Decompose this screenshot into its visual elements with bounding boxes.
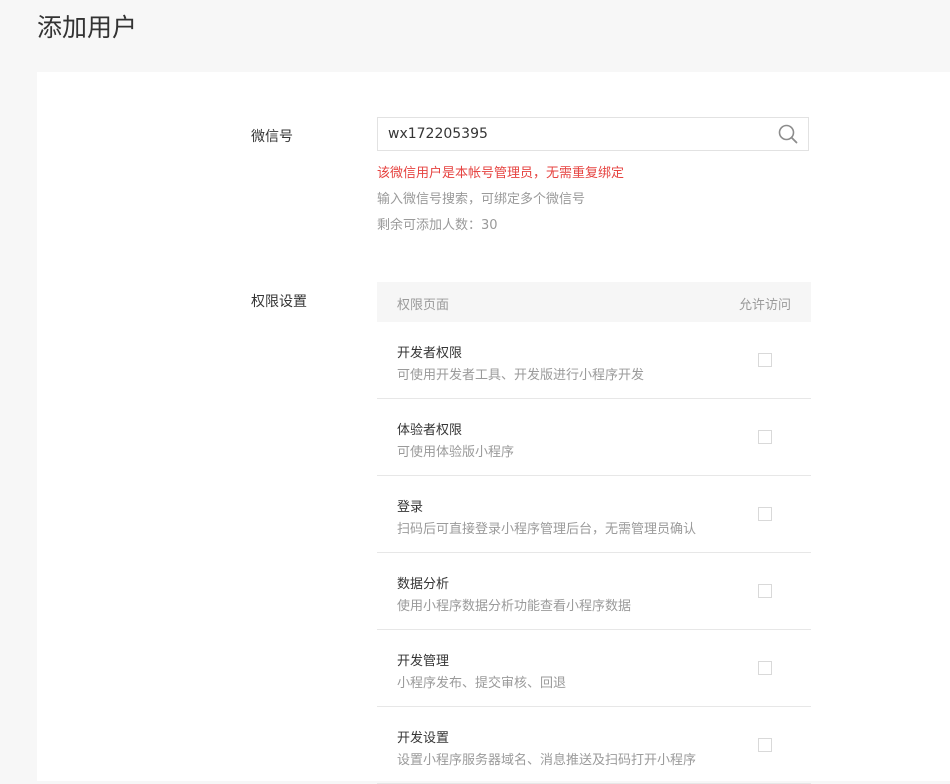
- wechat-search-box[interactable]: [377, 117, 809, 151]
- permission-desc: 可使用体验版小程序: [397, 445, 515, 460]
- search-icon[interactable]: [778, 124, 798, 144]
- search-hint: 输入微信号搜索，可绑定多个微信号: [377, 192, 586, 207]
- permission-table: 权限页面 允许访问 开发者权限 可使用开发者工具、开发版进行小程序开发 体验者权…: [377, 282, 811, 784]
- permission-table-header: 权限页面 允许访问: [377, 282, 811, 322]
- main-panel: 微信号 该微信用户是本帐号管理员，无需重复绑定 输入微信号搜索，可绑定多个微信号…: [37, 72, 950, 784]
- allow-checkbox-dev-management[interactable]: [758, 661, 772, 675]
- allow-checkbox-developer[interactable]: [758, 353, 772, 367]
- error-message: 该微信用户是本帐号管理员，无需重复绑定: [377, 166, 625, 181]
- table-row: 开发者权限 可使用开发者工具、开发版进行小程序开发: [377, 322, 811, 399]
- header-permission-page: 权限页面: [397, 298, 450, 313]
- permission-desc: 可使用开发者工具、开发版进行小程序开发: [397, 368, 645, 383]
- permission-desc: 小程序发布、提交审核、回退: [397, 676, 567, 691]
- permission-name: 开发者权限: [397, 346, 463, 361]
- permission-settings-label: 权限设置: [251, 294, 307, 310]
- allow-checkbox-dev-settings[interactable]: [758, 738, 772, 752]
- permission-name: 数据分析: [397, 577, 450, 592]
- wechat-id-input[interactable]: [388, 118, 768, 150]
- permission-name: 开发管理: [397, 654, 450, 669]
- permission-desc: 扫码后可直接登录小程序管理后台，无需管理员确认: [397, 522, 697, 537]
- table-row: 数据分析 使用小程序数据分析功能查看小程序数据: [377, 553, 811, 630]
- wechat-id-label: 微信号: [251, 129, 293, 145]
- allow-checkbox-tester[interactable]: [758, 430, 772, 444]
- table-row: 开发管理 小程序发布、提交审核、回退: [377, 630, 811, 707]
- remaining-count: 剩余可添加人数：30: [377, 218, 498, 233]
- header-allow-access: 允许访问: [738, 298, 791, 313]
- table-row: 开发设置 设置小程序服务器域名、消息推送及扫码打开小程序: [377, 707, 811, 784]
- page-title: 添加用户: [37, 13, 138, 42]
- table-row: 登录 扫码后可直接登录小程序管理后台，无需管理员确认: [377, 476, 811, 553]
- permission-name: 登录: [397, 500, 424, 515]
- allow-checkbox-analytics[interactable]: [758, 584, 772, 598]
- table-row: 体验者权限 可使用体验版小程序: [377, 399, 811, 476]
- permission-desc: 设置小程序服务器域名、消息推送及扫码打开小程序: [397, 753, 697, 768]
- allow-checkbox-login[interactable]: [758, 507, 772, 521]
- permission-name: 体验者权限: [397, 423, 463, 438]
- permission-desc: 使用小程序数据分析功能查看小程序数据: [397, 599, 632, 614]
- permission-name: 开发设置: [397, 731, 450, 746]
